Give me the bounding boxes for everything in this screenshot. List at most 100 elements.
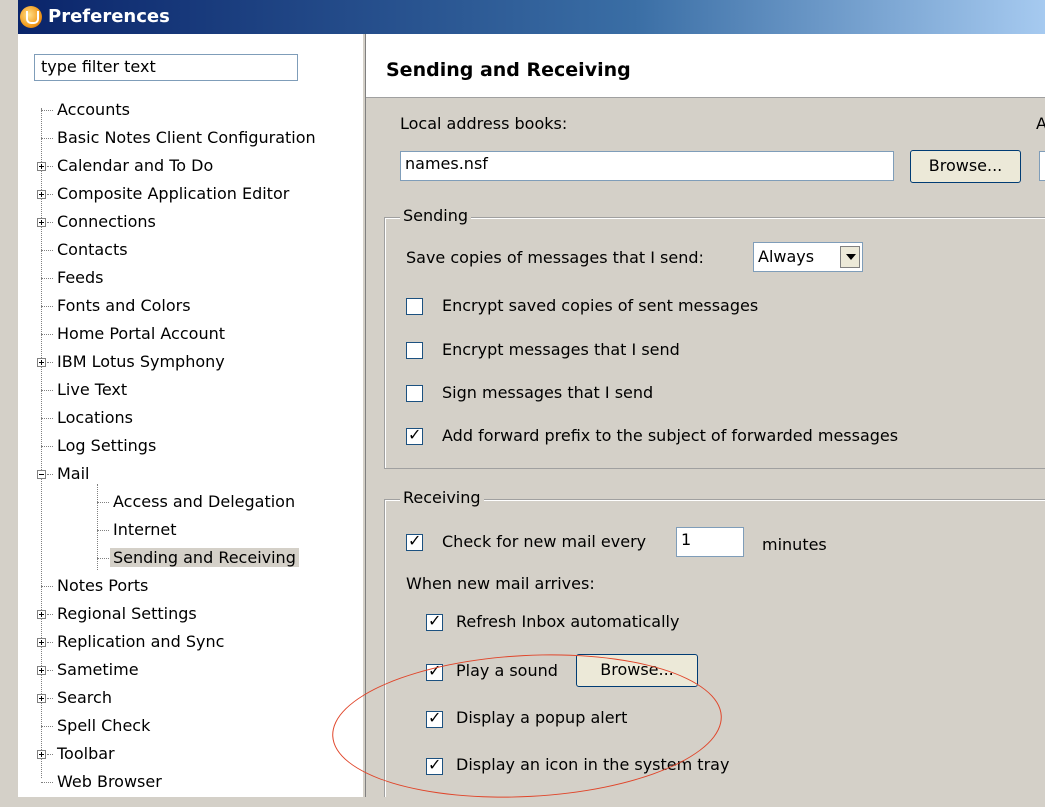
- tree-item-label: Toolbar: [57, 744, 115, 763]
- tree-item-notes-ports[interactable]: Notes Ports: [41, 572, 151, 600]
- popup-alert-checkbox[interactable]: [426, 708, 443, 728]
- encrypt-send-checkbox[interactable]: [406, 342, 423, 359]
- expand-icon[interactable]: [37, 694, 46, 703]
- tree-item-locations[interactable]: Locations: [41, 404, 136, 432]
- when-new-mail-label: When new mail arrives:: [406, 574, 595, 593]
- sound-browse-button[interactable]: Browse...: [576, 654, 698, 687]
- tree-item-symphony[interactable]: IBM Lotus Symphony: [37, 348, 228, 376]
- check-mail-interval-field[interactable]: 1: [676, 527, 744, 557]
- tree-item-web-browser[interactable]: Web Browser: [41, 768, 165, 796]
- save-copies-value: Always: [758, 247, 815, 266]
- tree-item-label: Access and Delegation: [113, 492, 296, 511]
- tree-item-label: Notes Ports: [57, 576, 149, 595]
- save-copies-select[interactable]: Always: [753, 242, 863, 272]
- tree-item-label: Basic Notes Client Configuration: [57, 128, 316, 147]
- tree-item-spell-check[interactable]: Spell Check: [41, 712, 153, 740]
- tree-item-label: Log Settings: [57, 436, 157, 455]
- tree-item-label: Calendar and To Do: [57, 156, 214, 175]
- tree-item-label: Accounts: [57, 100, 130, 119]
- sign-label: Sign messages that I send: [442, 383, 654, 402]
- address-books-field[interactable]: names.nsf: [400, 151, 894, 181]
- expand-icon[interactable]: [37, 610, 46, 619]
- encrypt-saved-label: Encrypt saved copies of sent messages: [442, 296, 759, 315]
- tree-item-basic-notes[interactable]: Basic Notes Client Configuration: [41, 124, 319, 152]
- local-address-books-label: Local address books:: [400, 114, 568, 133]
- expand-icon[interactable]: [37, 358, 46, 367]
- tree-item-access-delegation[interactable]: Access and Delegation: [97, 488, 298, 516]
- tree-item-search[interactable]: Search: [37, 684, 115, 712]
- tree-item-label: Fonts and Colors: [57, 296, 191, 315]
- refresh-inbox-checkbox[interactable]: [426, 611, 443, 631]
- chevron-down-icon[interactable]: [840, 246, 860, 268]
- expand-icon[interactable]: [37, 666, 46, 675]
- title-bar: Preferences: [18, 0, 1045, 34]
- tree-item-calendar[interactable]: Calendar and To Do: [37, 152, 216, 180]
- tree-item-sending-receiving[interactable]: Sending and Receiving: [97, 544, 299, 572]
- tree-item-label: Composite Application Editor: [57, 184, 290, 203]
- tree-item-sametime[interactable]: Sametime: [37, 656, 142, 684]
- tree-item-label: Mail: [57, 464, 90, 483]
- address-books-browse-button[interactable]: Browse...: [910, 150, 1021, 183]
- truncated-label: A: [1036, 114, 1045, 133]
- tray-icon-label: Display an icon in the system tray: [456, 755, 730, 774]
- encrypt-saved-checkbox[interactable]: [406, 298, 423, 315]
- window-title: Preferences: [48, 6, 170, 27]
- tree-item-label: Sending and Receiving: [110, 548, 299, 567]
- save-copies-label: Save copies of messages that I send:: [406, 248, 704, 267]
- minutes-label: minutes: [762, 535, 827, 554]
- tree-item-contacts[interactable]: Contacts: [41, 236, 131, 264]
- tree-item-label: Feeds: [57, 268, 104, 287]
- tree-item-label: Sametime: [57, 660, 139, 679]
- tree-item-label: Contacts: [57, 240, 128, 259]
- forward-prefix-checkbox[interactable]: [406, 425, 423, 445]
- tree-item-label: Live Text: [57, 380, 128, 399]
- tree-item-log-settings[interactable]: Log Settings: [41, 432, 159, 460]
- tree-item-feeds[interactable]: Feeds: [41, 264, 107, 292]
- tree-item-accounts[interactable]: Accounts: [41, 96, 133, 124]
- tree-item-label: Web Browser: [57, 772, 162, 791]
- tree-item-regional[interactable]: Regional Settings: [37, 600, 200, 628]
- popup-alert-label: Display a popup alert: [456, 708, 628, 727]
- tray-icon-checkbox[interactable]: [426, 755, 443, 775]
- page-header: Sending and Receiving: [366, 34, 1045, 98]
- expand-icon[interactable]: [37, 190, 46, 199]
- collapse-icon[interactable]: [37, 470, 46, 479]
- page-title: Sending and Receiving: [386, 59, 631, 81]
- filter-input[interactable]: type filter text: [34, 54, 298, 81]
- sign-checkbox[interactable]: [406, 385, 423, 402]
- tree-item-mail[interactable]: Mail: [37, 460, 93, 488]
- tree-item-internet[interactable]: Internet: [97, 516, 180, 544]
- preferences-navigation: type filter text Accounts Basic Notes Cl…: [18, 34, 362, 797]
- tree-item-composite[interactable]: Composite Application Editor: [37, 180, 292, 208]
- expand-icon[interactable]: [37, 218, 46, 227]
- refresh-inbox-label: Refresh Inbox automatically: [456, 612, 680, 631]
- lotus-notes-app-icon: [20, 6, 42, 28]
- tree-item-toolbar[interactable]: Toolbar: [37, 740, 118, 768]
- tree-item-label: IBM Lotus Symphony: [57, 352, 225, 371]
- check-mail-checkbox[interactable]: [406, 531, 423, 551]
- expand-icon[interactable]: [37, 162, 46, 171]
- forward-prefix-label: Add forward prefix to the subject of for…: [442, 426, 899, 445]
- tree-item-label: Search: [57, 688, 112, 707]
- truncated-field[interactable]: [1039, 151, 1045, 181]
- tree-item-label: Regional Settings: [57, 604, 197, 623]
- encrypt-send-label: Encrypt messages that I send: [442, 340, 680, 359]
- sending-legend: Sending: [400, 206, 472, 225]
- tree-item-fonts-colors[interactable]: Fonts and Colors: [41, 292, 194, 320]
- settings-panel: Sending and Receiving Local address book…: [366, 34, 1045, 797]
- tree-item-label: Home Portal Account: [57, 324, 225, 343]
- tree-item-connections[interactable]: Connections: [37, 208, 159, 236]
- tree-item-label: Spell Check: [57, 716, 151, 735]
- expand-icon[interactable]: [37, 750, 46, 759]
- tree-item-label: Locations: [57, 408, 134, 427]
- tree-item-home-portal[interactable]: Home Portal Account: [41, 320, 228, 348]
- tree-item-label: Connections: [57, 212, 156, 231]
- expand-icon[interactable]: [37, 638, 46, 647]
- tree-item-live-text[interactable]: Live Text: [41, 376, 130, 404]
- tree-item-replication[interactable]: Replication and Sync: [37, 628, 227, 656]
- play-sound-checkbox[interactable]: [426, 661, 443, 681]
- check-mail-label: Check for new mail every: [442, 532, 647, 551]
- play-sound-label: Play a sound: [456, 661, 558, 680]
- tree-item-label: Replication and Sync: [57, 632, 225, 651]
- receiving-legend: Receiving: [400, 488, 484, 507]
